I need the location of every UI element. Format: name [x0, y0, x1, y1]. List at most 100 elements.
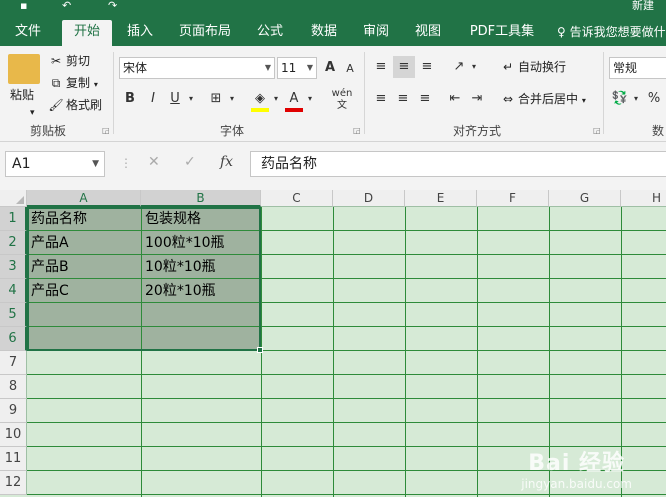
column-header-h[interactable]: H	[621, 190, 666, 207]
cut-button[interactable]: ✂ 剪切	[48, 52, 90, 70]
redo-icon[interactable]: ↷	[108, 0, 117, 12]
align-left-icon[interactable]: ≡	[371, 90, 391, 108]
cell-b1[interactable]: 包装规格	[142, 207, 201, 231]
font-color-dropdown-icon[interactable]: ▾	[305, 90, 315, 108]
chevron-down-icon: ▼	[264, 63, 271, 72]
italic-button[interactable]: I	[145, 90, 161, 108]
name-box-value: A1	[12, 156, 31, 172]
underline-button[interactable]: U	[167, 90, 183, 108]
formula-bar-grip-icon: ⋮	[120, 156, 132, 170]
currency-dropdown-icon[interactable]: ▾	[631, 90, 641, 108]
tab-data[interactable]: 数据	[302, 20, 346, 46]
align-middle-icon[interactable]: ≡	[393, 56, 415, 78]
chevron-down-icon: ▼	[92, 159, 99, 169]
tab-formulas[interactable]: 公式	[248, 20, 292, 46]
row-header-2[interactable]: 2	[0, 231, 27, 255]
cell-a1[interactable]: 药品名称	[28, 207, 87, 231]
fill-color-icon[interactable]: ◈	[251, 90, 269, 112]
currency-icon[interactable]: 💱	[609, 90, 631, 108]
column-header-d[interactable]: D	[333, 190, 405, 207]
gridline	[405, 207, 406, 497]
grow-font-button[interactable]: A	[322, 59, 338, 77]
tab-review[interactable]: 审阅	[354, 20, 398, 46]
cell-b4[interactable]: 20粒*10瓶	[142, 279, 216, 303]
cell-b2[interactable]: 100粒*10瓶	[142, 231, 225, 255]
column-header-b[interactable]: B	[141, 190, 261, 207]
row-header-7[interactable]: 7	[0, 351, 27, 375]
tab-file[interactable]: 文件	[6, 20, 50, 46]
column-header-f[interactable]: F	[477, 190, 549, 207]
shrink-font-button[interactable]: A	[343, 60, 357, 78]
row-header-8[interactable]: 8	[0, 375, 27, 399]
column-header-c[interactable]: C	[261, 190, 333, 207]
tell-me-box[interactable]: ♀ 告诉我您想要做什么	[557, 20, 666, 44]
row-header-10[interactable]: 10	[0, 423, 27, 447]
column-header-e[interactable]: E	[405, 190, 477, 207]
cell-a3[interactable]: 产品B	[28, 255, 69, 279]
font-color-icon[interactable]: A	[285, 90, 303, 112]
font-name-combo[interactable]: 宋体 ▼	[119, 57, 275, 79]
align-bottom-icon[interactable]: ≡	[417, 58, 437, 76]
undo-icon[interactable]: ↶	[62, 0, 71, 12]
enter-icon[interactable]: ✓	[184, 154, 196, 170]
row-header-3[interactable]: 3	[0, 255, 27, 279]
clipboard-launcher-icon[interactable]: ◲	[102, 126, 110, 135]
borders-dropdown-icon[interactable]: ▾	[227, 90, 237, 108]
row-header-4[interactable]: 4	[0, 279, 27, 303]
name-box[interactable]: A1 ▼	[5, 151, 105, 177]
align-center-icon[interactable]: ≡	[393, 90, 413, 108]
separator	[364, 52, 365, 134]
cell-a4[interactable]: 产品C	[28, 279, 69, 303]
row-header-6[interactable]: 6	[0, 327, 27, 351]
tab-view[interactable]: 视图	[406, 20, 450, 46]
orientation-icon[interactable]: ↗	[449, 58, 469, 76]
orientation-dropdown-icon[interactable]: ▾	[469, 58, 479, 76]
tab-pdf-tools[interactable]: PDF工具集	[462, 20, 542, 46]
paste-button[interactable]: 粘贴	[10, 86, 34, 104]
row-header-5[interactable]: 5	[0, 303, 27, 327]
underline-dropdown-icon[interactable]: ▾	[186, 90, 196, 108]
copy-button[interactable]: ⧉ 复制 ▾	[48, 74, 98, 94]
row-header-12[interactable]: 12	[0, 471, 27, 495]
number-format-combo[interactable]: 常规	[609, 57, 666, 79]
cell-b3[interactable]: 10粒*10瓶	[142, 255, 216, 279]
phonetic-guide-icon[interactable]: wén 文	[327, 88, 357, 112]
font-name-value: 宋体	[123, 61, 148, 75]
increase-indent-icon[interactable]: ⇥	[467, 90, 487, 108]
font-size-combo[interactable]: 11 ▼	[277, 57, 317, 79]
tab-insert[interactable]: 插入	[118, 20, 162, 46]
alignment-launcher-icon[interactable]: ◲	[593, 126, 601, 135]
cancel-icon[interactable]: ✕	[148, 154, 160, 170]
font-launcher-icon[interactable]: ◲	[353, 126, 361, 135]
column-header-g[interactable]: G	[549, 190, 621, 207]
worksheet-grid[interactable]: A B C D E F G H 1 2 3 4 5 6 7 8 9 10 11 …	[0, 190, 666, 497]
number-format-value: 常规	[613, 61, 638, 75]
align-right-icon[interactable]: ≡	[415, 90, 435, 108]
row-header-1[interactable]: 1	[0, 207, 27, 231]
fill-handle[interactable]	[257, 347, 263, 353]
align-top-icon[interactable]: ≡	[371, 58, 391, 76]
paste-dropdown-icon[interactable]: ▾	[30, 104, 35, 122]
wrap-text-button[interactable]: ↵ 自动换行	[500, 58, 566, 76]
select-all-button[interactable]	[0, 190, 27, 207]
tab-page-layout[interactable]: 页面布局	[172, 20, 238, 46]
row-header-11[interactable]: 11	[0, 447, 27, 471]
merge-center-button[interactable]: ⇔ 合并后居中 ▾	[500, 90, 586, 110]
fill-color-dropdown-icon[interactable]: ▾	[271, 90, 281, 108]
formula-input[interactable]: 药品名称	[250, 151, 666, 177]
chevron-down-icon: ▼	[306, 63, 313, 72]
percent-icon[interactable]: %	[645, 90, 663, 108]
tell-me-text: 告诉我您想要做什么	[569, 25, 666, 39]
alignment-group-label: 对齐方式	[453, 124, 502, 138]
cell-a2[interactable]: 产品A	[28, 231, 69, 255]
format-painter-button[interactable]: 🖌 格式刷	[48, 96, 102, 114]
bold-button[interactable]: B	[122, 90, 138, 108]
insert-function-icon[interactable]: fx	[220, 154, 233, 170]
row-header-9[interactable]: 9	[0, 399, 27, 423]
borders-icon[interactable]: ⊞	[207, 90, 225, 108]
column-header-a[interactable]: A	[27, 190, 141, 207]
tab-home[interactable]: 开始	[62, 20, 112, 46]
paste-icon[interactable]	[8, 54, 40, 84]
save-icon[interactable]: ▪	[20, 0, 27, 12]
decrease-indent-icon[interactable]: ⇤	[445, 90, 465, 108]
